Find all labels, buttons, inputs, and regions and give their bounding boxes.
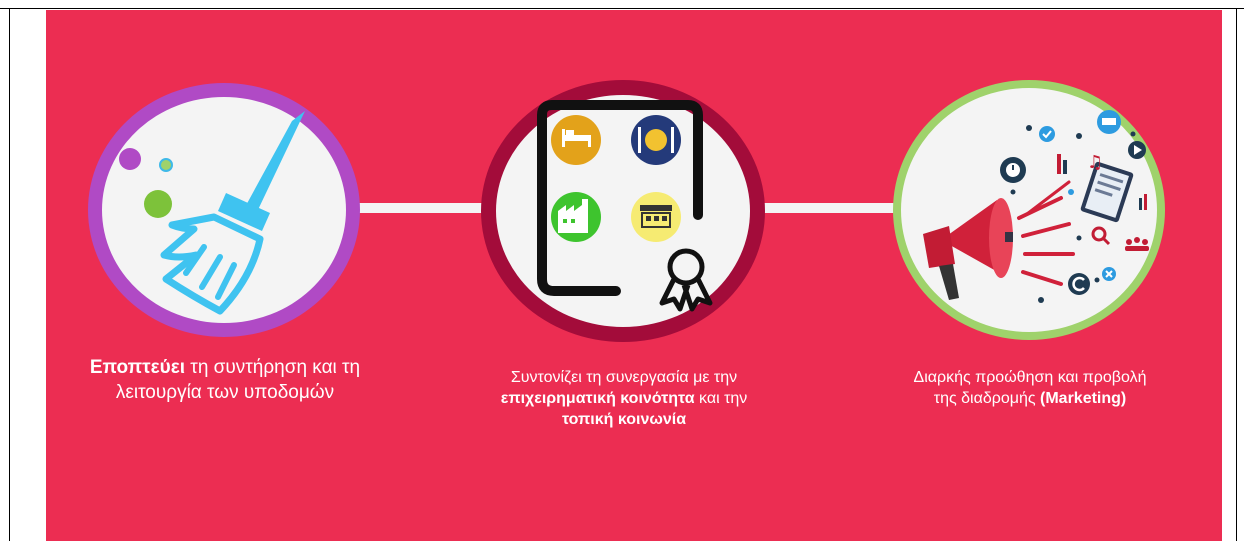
frame-border-top bbox=[0, 8, 1244, 9]
feature-circle-marketing: ♫ bbox=[893, 80, 1165, 340]
caption-cooperation-bold-society: τοπική κοινωνία bbox=[561, 411, 687, 429]
caption-cooperation-mid: και την bbox=[694, 390, 748, 408]
caption-marketing-bold: (Marketing) bbox=[1040, 390, 1127, 408]
feature-circle-cooperation bbox=[481, 80, 765, 342]
music-note-icon: ♫ bbox=[1087, 152, 1103, 173]
megaphone-icon: ♫ bbox=[923, 110, 1149, 303]
frame-border-left bbox=[9, 8, 10, 541]
caption-cooperation-bold-business: επιχειρηματική κοινότητα bbox=[500, 390, 695, 408]
award-ribbon-icon bbox=[667, 248, 705, 286]
refresh-icon bbox=[1068, 273, 1090, 295]
connector-line-1 bbox=[355, 203, 485, 213]
connector-line-2 bbox=[760, 203, 898, 213]
check-icon bbox=[1039, 126, 1055, 142]
caption-cooperation: Συντονίζει τη συνεργασία με την επιχειρη… bbox=[478, 367, 770, 430]
caption-cooperation-text: Συντονίζει τη συνεργασία με την bbox=[510, 369, 738, 386]
caption-marketing: Διαρκής προώθηση και προβολή της διαδρομ… bbox=[903, 367, 1157, 409]
caption-maintenance: Εποπτεύει τη συντήρηση και τη λειτουργία… bbox=[62, 355, 388, 405]
people-icon bbox=[1125, 237, 1149, 251]
frame-border-right bbox=[1236, 8, 1237, 541]
broom-icon bbox=[119, 111, 305, 315]
feature-circle-maintenance bbox=[88, 83, 360, 337]
bar-chart-small-icon bbox=[1139, 194, 1147, 210]
bar-chart-icon bbox=[1057, 154, 1067, 174]
caption-maintenance-bold: Εποπτεύει bbox=[89, 357, 186, 378]
certificate-icon bbox=[537, 100, 713, 312]
